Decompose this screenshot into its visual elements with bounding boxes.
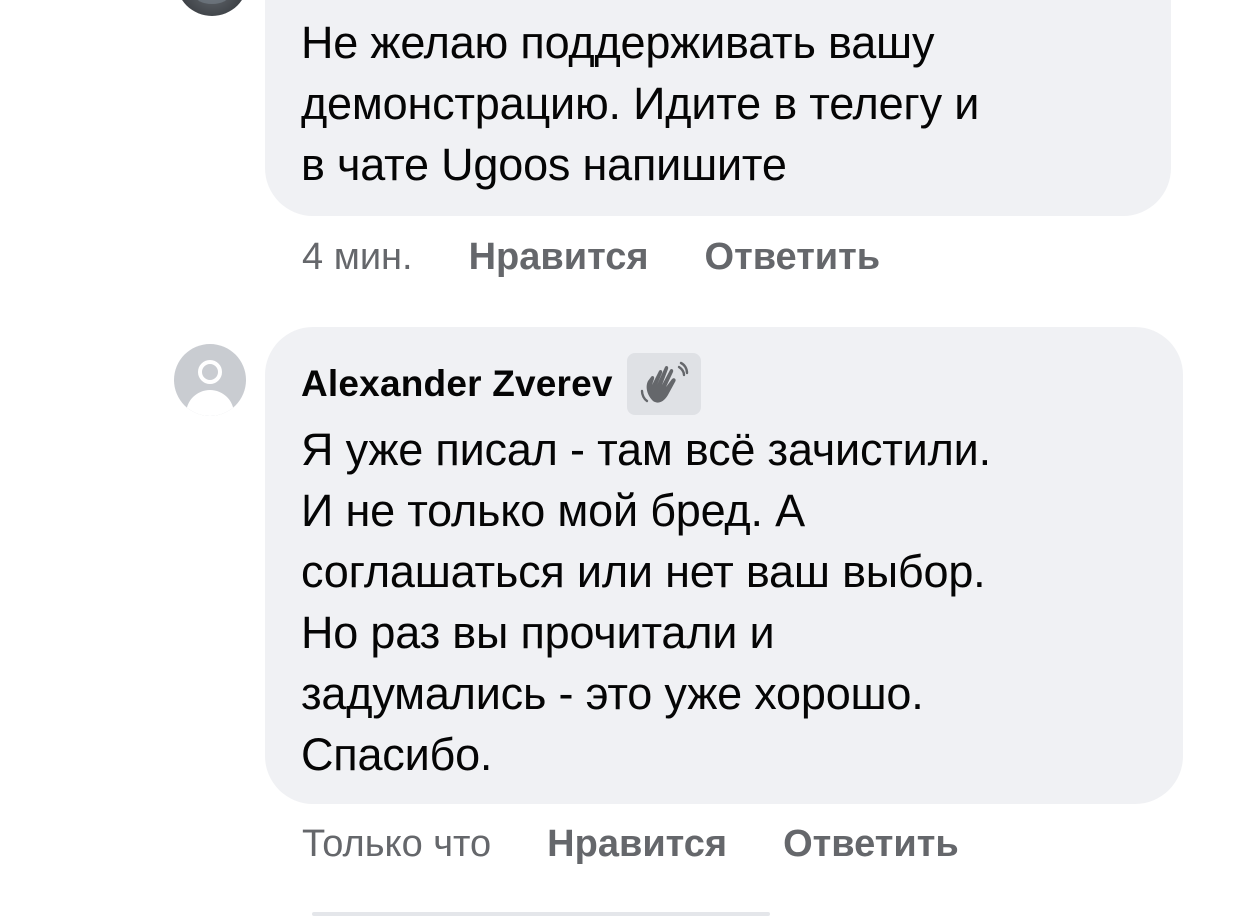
comment-text-line: Не желаю поддерживать вашу <box>301 17 935 68</box>
author-name[interactable]: Alexander Zverev <box>301 363 613 405</box>
comment-text-line: Но раз вы прочитали и <box>301 607 775 658</box>
comment-timestamp[interactable]: Только что <box>302 823 491 866</box>
reply-button[interactable]: Ответить <box>705 236 881 279</box>
comment-actions: 4 мин. Нравится Ответить <box>302 236 880 279</box>
comment-text-line: демонстрацию. Идите в телегу и <box>301 78 980 129</box>
like-button[interactable]: Нравится <box>547 823 727 866</box>
comment-bubble: Не желаю поддерживать вашу демонстрацию.… <box>265 0 1171 216</box>
avatar[interactable] <box>174 344 246 416</box>
waving-hand-icon[interactable] <box>626 353 701 415</box>
comment-text-line: соглашаться или нет ваш выбор. <box>301 546 986 597</box>
comment-text-line: Я уже писал - там всё зачистили. <box>301 424 991 475</box>
next-comment-edge <box>312 912 770 916</box>
comment-text-line: Спасибо. <box>301 729 493 780</box>
avatar-body-shape <box>186 390 234 416</box>
comment-bubble: Alexander Zverev Я уже писал - там всё з… <box>265 327 1183 804</box>
comment-timestamp[interactable]: 4 мин. <box>302 236 413 279</box>
like-button[interactable]: Нравится <box>469 236 649 279</box>
comment-header: Alexander Zverev <box>301 353 1153 415</box>
comment-text: Я уже писал - там всё зачистили. И не то… <box>301 419 1153 785</box>
comments-thread: Не желаю поддерживать вашу демонстрацию.… <box>0 0 1242 916</box>
comment-text: Не желаю поддерживать вашу демонстрацию.… <box>301 12 1141 195</box>
waving-hand-icon <box>640 361 688 403</box>
comment-text-line: в чате Ugoos напишите <box>301 139 787 190</box>
comment-actions: Только что Нравится Ответить <box>302 823 959 866</box>
avatar[interactable] <box>176 0 248 16</box>
comment-text-line: задумались - это уже хорошо. <box>301 668 924 719</box>
reply-button[interactable]: Ответить <box>783 823 959 866</box>
avatar-head-shape <box>198 360 222 384</box>
comment-text-line: И не только мой бред. А <box>301 485 805 536</box>
